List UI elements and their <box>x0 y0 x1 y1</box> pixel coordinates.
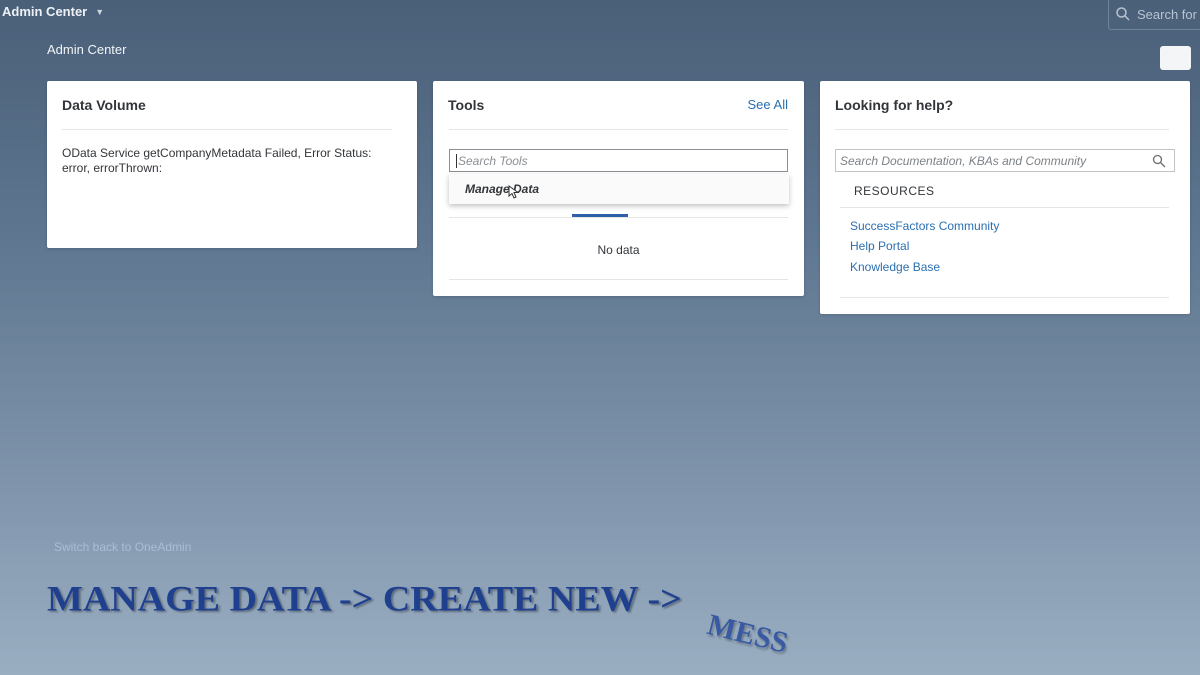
help-search-input[interactable]: Search Documentation, KBAs and Community <box>835 149 1175 172</box>
tool-suggestion-label: Manage Data <box>465 182 540 196</box>
search-icon <box>1116 7 1130 21</box>
switch-back-link[interactable]: Switch back to OneAdmin <box>54 540 191 554</box>
help-search-placeholder: Search Documentation, KBAs and Community <box>840 154 1087 168</box>
divider <box>449 217 788 218</box>
data-volume-error-message: OData Service getCompanyMetadata Failed,… <box>62 146 372 175</box>
text-cursor <box>456 154 457 168</box>
page-title: Admin Center <box>47 42 127 57</box>
divider <box>449 129 788 130</box>
link-knowledge-base[interactable]: Knowledge Base <box>850 260 940 274</box>
see-all-link[interactable]: See All <box>748 97 788 112</box>
help-card: Looking for help? Search Documentation, … <box>820 81 1190 314</box>
shell-bar: Admin Center ▼ Search for <box>0 0 1200 30</box>
help-title: Looking for help? <box>835 97 954 113</box>
app-title-menu[interactable]: Admin Center ▼ <box>2 4 104 19</box>
search-tools-placeholder: Search Tools <box>458 154 528 168</box>
link-successfactors-community[interactable]: SuccessFactors Community <box>850 219 999 233</box>
divider <box>835 129 1169 130</box>
overlay-caption: MANAGE DATA -> CREATE NEW -> <box>47 578 682 619</box>
global-search-placeholder: Search for <box>1137 6 1197 22</box>
page-action-button[interactable] <box>1160 46 1191 70</box>
tools-title: Tools <box>448 97 485 113</box>
busy-indicator <box>572 214 628 217</box>
search-tools-input[interactable]: Search Tools <box>449 149 788 172</box>
mouse-pointer-icon <box>508 185 520 199</box>
divider <box>62 129 392 130</box>
chevron-down-icon: ▼ <box>95 6 105 17</box>
app-title: Admin Center <box>2 4 88 19</box>
data-volume-card: Data Volume OData Service getCompanyMeta… <box>47 81 417 248</box>
divider <box>449 279 788 280</box>
search-icon[interactable] <box>1152 154 1166 168</box>
divider <box>840 297 1169 298</box>
divider <box>840 207 1169 208</box>
global-search-input[interactable]: Search for <box>1108 0 1200 30</box>
resources-heading: RESOURCES <box>854 184 935 198</box>
tool-suggestion-item[interactable]: Manage Data <box>449 174 789 204</box>
no-data-text: No data <box>597 243 640 257</box>
data-volume-title: Data Volume <box>62 97 146 113</box>
link-help-portal[interactable]: Help Portal <box>850 239 909 253</box>
overlay-caption-tail: MESS <box>704 608 792 660</box>
tools-card: Tools See All Search Tools No data Manag… <box>433 81 804 296</box>
